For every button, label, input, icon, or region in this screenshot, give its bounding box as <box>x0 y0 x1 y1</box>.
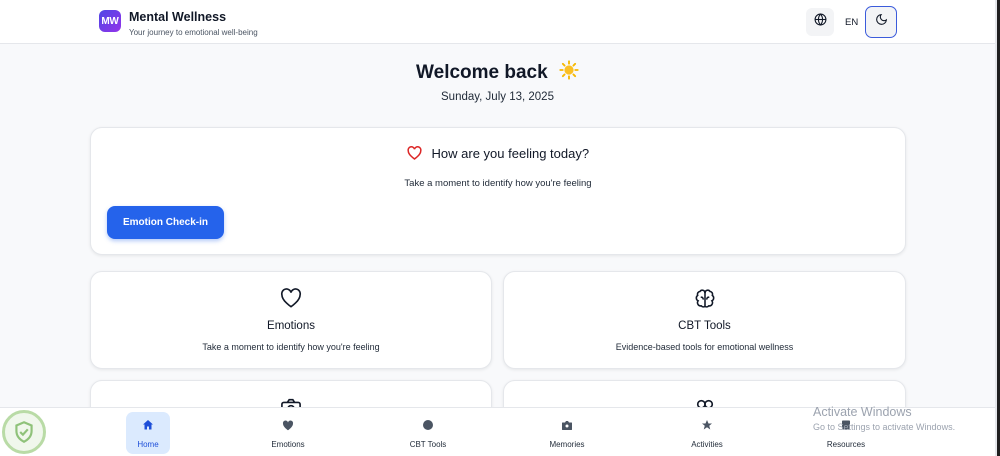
emotion-checkin-button[interactable]: Emotion Check-in <box>107 206 224 239</box>
moon-icon <box>875 13 888 31</box>
nav-memories-label: Memories <box>549 439 585 449</box>
camera-icon <box>561 418 573 436</box>
cbt-tools-card[interactable]: CBT Tools Evidence-based tools for emoti… <box>503 271 906 369</box>
app-logo[interactable]: MW <box>99 10 121 32</box>
app-title: Mental Wellness <box>129 10 227 24</box>
nav-emotions-label: Emotions <box>271 439 305 449</box>
language-code[interactable]: EN <box>845 17 858 28</box>
cbt-tools-card-title: CBT Tools <box>678 320 731 332</box>
corner-badge-icon[interactable] <box>2 410 46 454</box>
checkin-description: Take a moment to identify how you're fee… <box>404 178 592 189</box>
brain-icon <box>422 418 434 436</box>
brain-icon <box>694 288 716 315</box>
home-icon <box>142 418 154 436</box>
welcome-heading: Welcome back <box>0 60 995 86</box>
current-date: Sunday, July 13, 2025 <box>441 91 554 103</box>
nav-activities-label: Activities <box>691 439 723 449</box>
activation-watermark-title: Activate Windows <box>813 405 912 419</box>
heart-icon <box>282 418 294 436</box>
nav-resources-label: Resources <box>826 439 866 449</box>
language-button[interactable] <box>806 8 834 36</box>
sun-icon <box>559 60 579 86</box>
emotions-card[interactable]: Emotions Take a moment to identify how y… <box>90 271 492 369</box>
emotions-card-description: Take a moment to identify how you're fee… <box>202 342 380 352</box>
app-header: MW Mental Wellness Your journey to emoti… <box>0 0 995 44</box>
checkin-card: How are you feeling today? Take a moment… <box>90 127 906 255</box>
activation-watermark-subtitle: Go to Settings to activate Windows. <box>813 422 956 432</box>
globe-icon <box>814 13 827 31</box>
nav-home[interactable]: Home <box>126 412 170 454</box>
nav-home-label: Home <box>137 439 159 449</box>
nav-cbt-tools-label: CBT Tools <box>409 439 447 449</box>
nav-emotions[interactable]: Emotions <box>262 412 314 454</box>
welcome-title: Welcome back <box>416 62 548 83</box>
window-edge <box>995 0 1000 456</box>
cbt-tools-card-description: Evidence-based tools for emotional welln… <box>615 342 794 352</box>
star-icon <box>701 418 713 436</box>
app-subtitle: Your journey to emotional well-being <box>129 28 258 37</box>
nav-memories[interactable]: Memories <box>539 412 595 454</box>
nav-cbt-tools[interactable]: CBT Tools <box>400 412 456 454</box>
checkin-title: How are you feeling today? <box>431 146 590 161</box>
heart-icon <box>407 146 432 161</box>
nav-activities[interactable]: Activities <box>679 412 735 454</box>
theme-toggle-button[interactable] <box>865 6 897 38</box>
emotions-card-title: Emotions <box>267 320 315 332</box>
checkin-heading: How are you feeling today? <box>91 146 905 161</box>
heart-icon <box>280 288 302 313</box>
